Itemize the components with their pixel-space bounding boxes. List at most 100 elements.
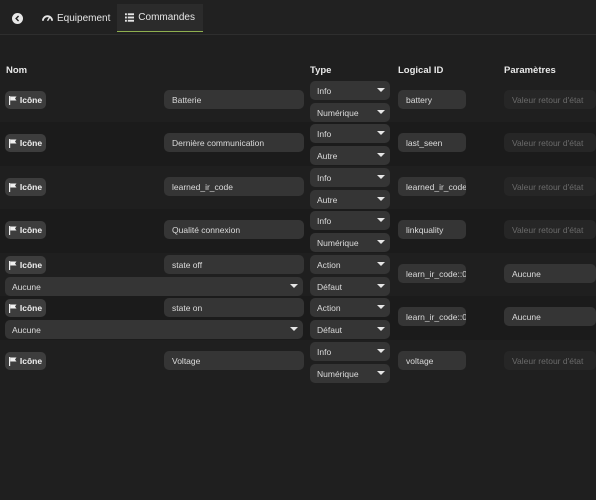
subtype-select-value: Défaut <box>317 281 343 292</box>
icon-button[interactable]: Icône <box>5 256 46 274</box>
param-select-value: Aucune <box>512 268 541 279</box>
command-name-input[interactable]: state off <box>164 255 304 274</box>
command-name-input[interactable]: Voltage <box>164 351 304 370</box>
icon-button-label: Icône <box>19 95 43 105</box>
type-select[interactable]: Info <box>310 168 390 187</box>
table-row: Icône Qualité connexion Info Numérique linkq… <box>0 209 596 253</box>
type-select-value: Info <box>317 215 332 226</box>
arrow-left-circle-icon <box>11 12 23 24</box>
command-name-value: state off <box>172 259 203 270</box>
subtype-select-value: Autre <box>317 194 338 205</box>
command-name-value: learned_ir_code <box>172 181 233 192</box>
return-value-input[interactable]: Valeur retour d'état <box>504 177 596 196</box>
info-link-select[interactable]: Aucune <box>5 320 303 339</box>
flag-icon <box>8 260 17 270</box>
header-logical-id: Logical ID <box>398 65 444 76</box>
icon-button-label: Icône <box>19 182 43 192</box>
subtype-select[interactable]: Numérique <box>310 103 390 122</box>
icon-button[interactable]: Icône <box>5 221 46 239</box>
param-select[interactable]: Aucune <box>504 264 596 283</box>
command-name-input[interactable]: Dernière communication <box>164 133 304 152</box>
icon-button[interactable]: Icône <box>5 91 46 109</box>
flag-icon <box>8 95 17 105</box>
tab-commandes[interactable]: Commandes <box>117 4 203 32</box>
param-select[interactable]: Aucune <box>504 307 596 326</box>
info-link-select[interactable]: Aucune <box>5 277 303 296</box>
logical-id-input[interactable]: linkquality <box>398 220 466 239</box>
tab-equipement[interactable]: Equipement <box>34 4 118 32</box>
chevron-down-icon <box>290 327 298 331</box>
icon-button-label: Icône <box>19 303 43 313</box>
logical-id-input[interactable]: learn_ir_code::0 <box>398 307 466 326</box>
flag-icon <box>8 138 17 148</box>
logical-id-value: battery <box>406 94 432 105</box>
icon-button[interactable]: Icône <box>5 178 46 196</box>
logical-id-input[interactable]: learn_ir_code::0 <box>398 264 466 283</box>
subtype-select-value: Défaut <box>317 324 343 335</box>
subtype-select[interactable]: Défaut <box>310 277 390 296</box>
return-value-input[interactable]: Valeur retour d'état <box>504 90 596 109</box>
return-value-input[interactable]: Valeur retour d'état <box>504 351 596 370</box>
flag-icon <box>8 182 17 192</box>
logical-id-value: learned_ir_code <box>406 181 466 192</box>
subtype-select[interactable]: Numérique <box>310 233 390 252</box>
type-select[interactable]: Action <box>310 298 390 317</box>
command-name-value: state on <box>172 302 203 313</box>
command-name-value: Qualité connexion <box>172 224 241 235</box>
logical-id-value: last_seen <box>406 137 443 148</box>
type-select-value: Action <box>317 302 341 313</box>
chevron-down-icon <box>377 327 385 331</box>
info-link-value: Aucune <box>12 281 41 292</box>
type-select-value: Info <box>317 172 332 183</box>
logical-id-input[interactable]: battery <box>398 90 466 109</box>
logical-id-input[interactable]: voltage <box>398 351 466 370</box>
subtype-select-value: Numérique <box>317 237 359 248</box>
subtype-select[interactable]: Défaut <box>310 320 390 339</box>
back-button[interactable] <box>4 4 30 32</box>
icon-button[interactable]: Icône <box>5 352 46 370</box>
command-name-input[interactable]: learned_ir_code <box>164 177 304 196</box>
type-select[interactable]: Info <box>310 211 390 230</box>
header-nom: Nom <box>6 65 28 76</box>
subtype-select[interactable]: Autre <box>310 146 390 165</box>
subtype-select[interactable]: Numérique <box>310 364 390 383</box>
tab-bar: Equipement Commandes <box>0 0 596 34</box>
table-row: Icône state off Action Défaut learn_ir_code:… <box>0 253 596 296</box>
logical-id-input[interactable]: last_seen <box>398 133 466 152</box>
command-name-value: Voltage <box>172 355 201 366</box>
return-value-placeholder: Valeur retour d'état <box>512 224 584 235</box>
flag-icon <box>8 225 17 235</box>
return-value-input[interactable]: Valeur retour d'état <box>504 133 596 152</box>
chevron-down-icon <box>377 218 385 222</box>
logical-id-value: linkquality <box>406 224 444 235</box>
type-select[interactable]: Action <box>310 255 390 274</box>
type-select[interactable]: Info <box>310 124 390 143</box>
return-value-placeholder: Valeur retour d'état <box>512 181 584 192</box>
icon-button-label: Icône <box>19 225 43 235</box>
subtype-select[interactable]: Autre <box>310 190 390 209</box>
chevron-down-icon <box>377 349 385 353</box>
type-select-value: Action <box>317 259 341 270</box>
table-row: Icône Batterie Info Numérique battery Valeur … <box>0 79 596 123</box>
icon-button-label: Icône <box>19 260 43 270</box>
chevron-down-icon <box>290 284 298 288</box>
chevron-down-icon <box>377 110 385 114</box>
flag-icon <box>8 303 17 313</box>
logical-id-input[interactable]: learned_ir_code <box>398 177 466 196</box>
tab-equipement-label: Equipement <box>57 12 111 24</box>
table-row: Icône state on ActionDéfaut learn_ir_code::… <box>0 296 596 340</box>
logical-id-value: learn_ir_code::0 <box>406 311 466 322</box>
command-name-input[interactable]: Batterie <box>164 90 304 109</box>
return-value-input[interactable]: Valeur retour d'état <box>504 220 596 239</box>
command-name-input[interactable]: Qualité connexion <box>164 220 304 239</box>
chevron-down-icon <box>377 262 385 266</box>
subtype-select-value: Autre <box>317 150 338 161</box>
type-select[interactable]: Info <box>310 342 390 361</box>
command-name-value: Batterie <box>172 94 202 105</box>
icon-button[interactable]: Icône <box>5 134 46 152</box>
chevron-down-icon <box>377 240 385 244</box>
icon-button[interactable]: Icône <box>5 299 46 317</box>
type-select[interactable]: Info <box>310 81 390 100</box>
command-name-input[interactable]: state on <box>164 298 304 317</box>
tachometer-icon <box>42 15 53 22</box>
